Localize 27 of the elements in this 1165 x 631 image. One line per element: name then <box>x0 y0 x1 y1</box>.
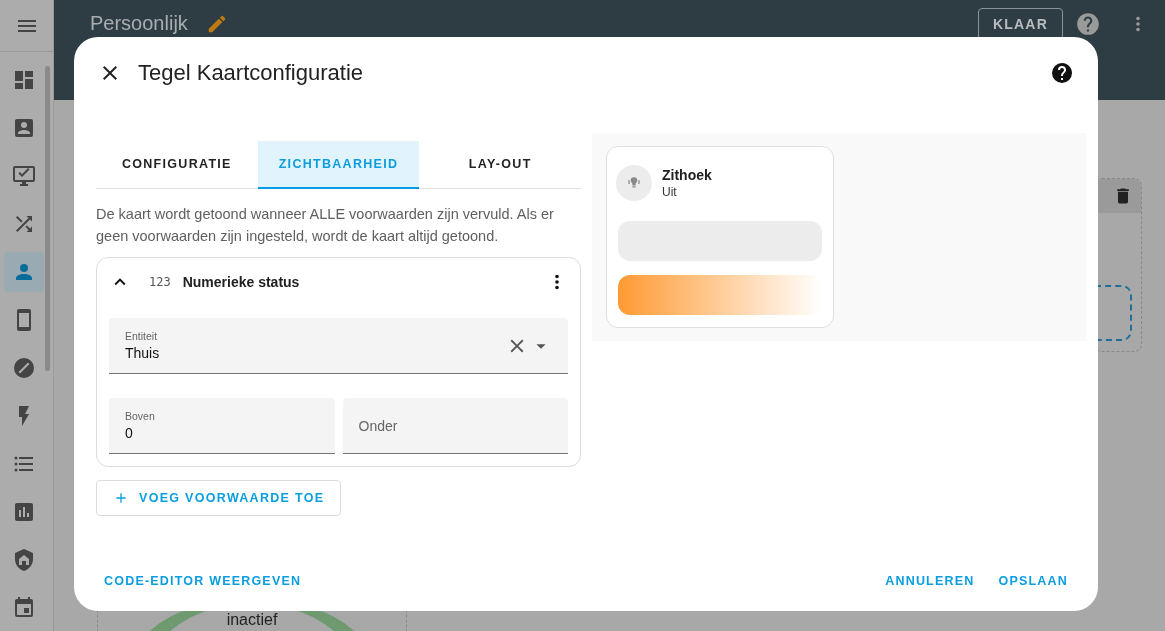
help-icon[interactable] <box>1050 61 1074 85</box>
sidebar-item[interactable] <box>4 252 44 292</box>
dialog-action-button[interactable]: ANNULEREN <box>875 568 985 594</box>
monitor-icon <box>12 164 36 188</box>
condition-title: Numerieke status <box>182 274 300 290</box>
page-title: Persoonlijk <box>90 12 188 35</box>
state-label: inactief <box>226 611 278 629</box>
tile-state: Uit <box>662 185 678 199</box>
tile-name: Zithoek <box>662 167 712 183</box>
input-field[interactable]: Boven 0 <box>109 398 335 454</box>
dialog-action-button[interactable]: OPSLAAN <box>988 568 1078 594</box>
add-condition-button[interactable]: VOEG VOORWAARDE TOE <box>96 480 342 516</box>
numeric-icon: 123 <box>149 275 171 289</box>
person-card-icon <box>12 116 36 140</box>
code-editor-button[interactable]: CODE-EDITOR WEERGEVEN <box>94 568 312 594</box>
tab[interactable]: LAY-OUT <box>419 141 581 189</box>
dashboard-icon <box>12 68 36 92</box>
entity-select[interactable]: Entiteit Thuis <box>109 318 568 374</box>
input-field[interactable]: Onder <box>342 398 568 454</box>
shield-icon <box>12 548 36 572</box>
description: De kaart wordt getoond wanneer ALLE voorwaarden zijn vervuld. Als er geen voorwaarden zijn ingesteld, wordt de kaart altijd getoond. <box>96 205 555 246</box>
bar-chart-icon <box>12 500 36 524</box>
tab[interactable]: CONFIGURATIE <box>96 141 258 189</box>
dialog-title: Tegel Kaartconfiguratie <box>138 60 364 86</box>
scrollbar[interactable] <box>45 66 50 371</box>
calendar-icon <box>12 596 36 620</box>
plus-icon <box>113 490 129 506</box>
